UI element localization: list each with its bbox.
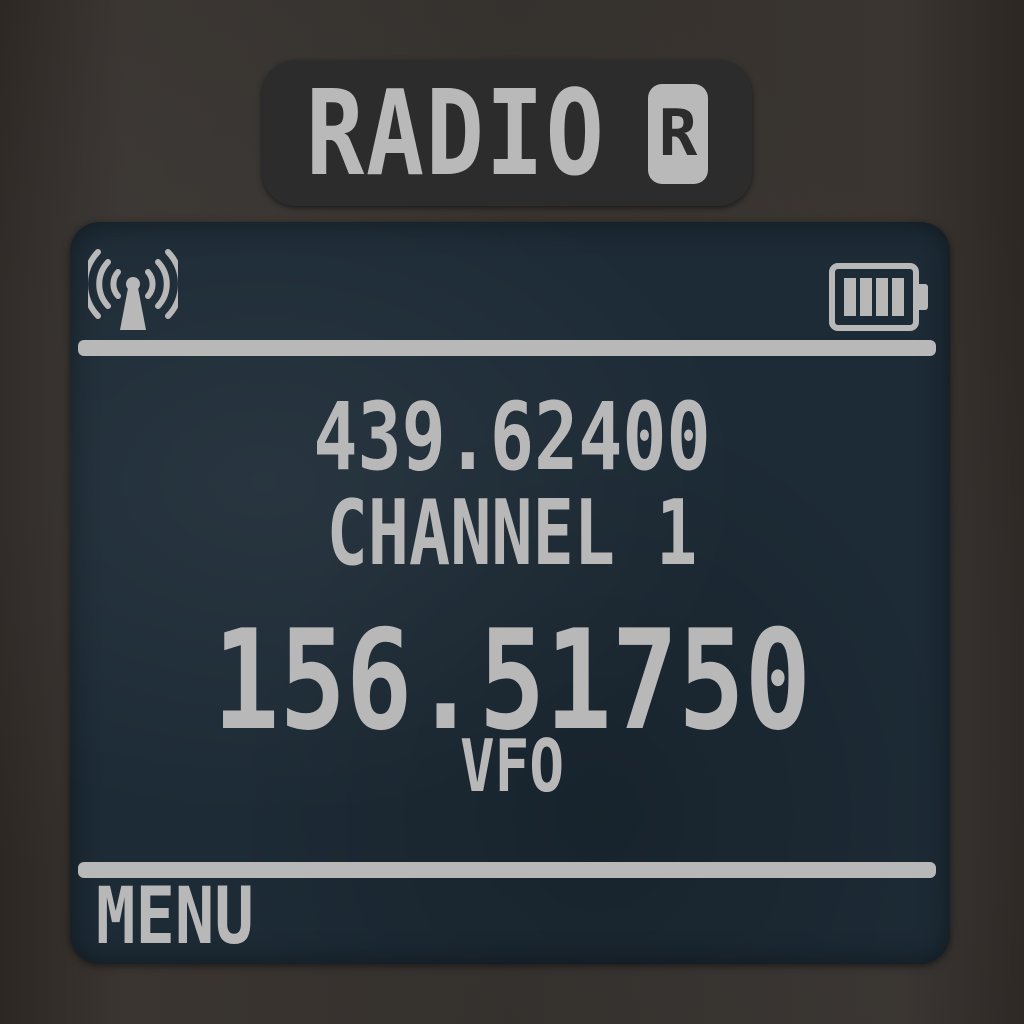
title-badge: R — [648, 84, 708, 184]
app-title: RADIO — [306, 64, 606, 202]
lcd-screen — [70, 222, 950, 964]
channel-label: CHANNEL 1 — [326, 481, 698, 586]
top-divider — [78, 340, 936, 356]
antenna-signal-icon — [88, 249, 178, 330]
mode-label: VFO — [459, 724, 565, 808]
battery-icon — [829, 263, 928, 331]
secondary-frequency: 439.62400 — [313, 383, 711, 492]
menu-softkey[interactable]: MENU — [96, 874, 254, 960]
